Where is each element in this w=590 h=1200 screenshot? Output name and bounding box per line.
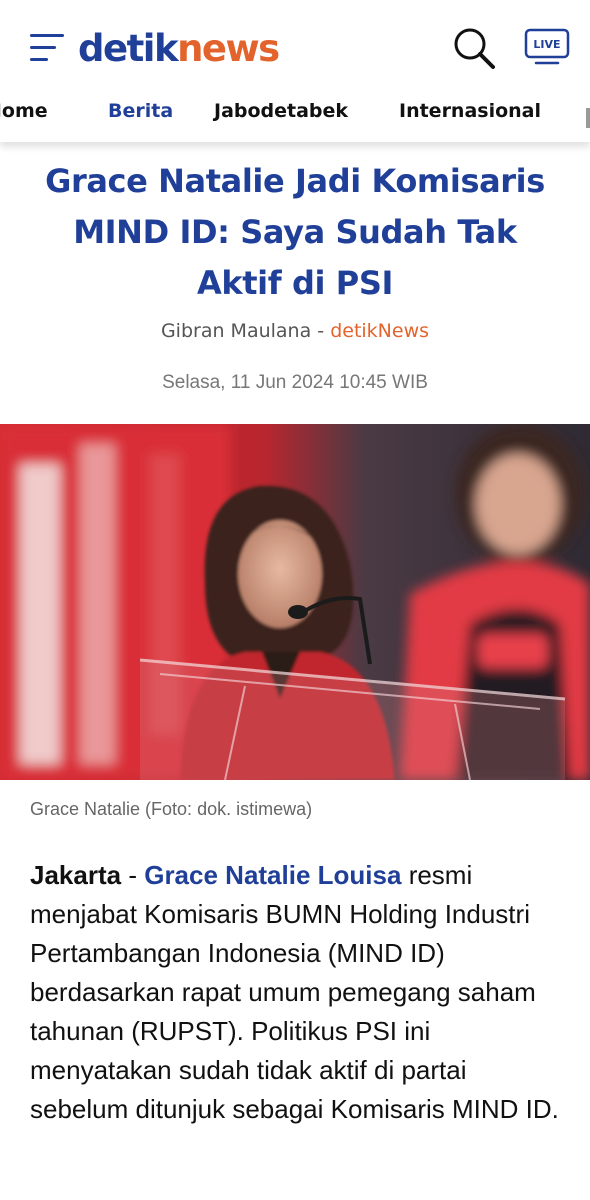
dateline-separator: - (128, 860, 137, 890)
logo-detik-text: detik (78, 27, 179, 70)
search-icon[interactable] (452, 26, 498, 72)
top-bar: detiknews LIVE (0, 0, 590, 92)
nav-item-berita[interactable]: Berita (108, 100, 173, 122)
person-link[interactable]: Grace Natalie Louisa (144, 860, 401, 890)
publish-date: Selasa, 11 Jun 2024 10:45 WIB (162, 372, 428, 393)
nav-item-jabodetabek[interactable]: Jabodetabek (214, 100, 348, 122)
dateline: Jakarta (30, 860, 122, 890)
byline: Gibran Maulana - detikNews (0, 320, 590, 342)
source-name[interactable]: detikNews (330, 320, 429, 342)
nav-item-internasional[interactable]: Internasional (399, 100, 541, 122)
nav-item-home[interactable]: Home (0, 100, 48, 122)
author-name[interactable]: Gibran Maulana (161, 320, 311, 342)
nav-overflow-hint (586, 108, 590, 128)
photo-illustration (0, 424, 590, 780)
live-tv-icon[interactable]: LIVE (524, 28, 570, 66)
photo-caption: Grace Natalie (Foto: dok. istimewa) (30, 799, 313, 819)
byline-separator: - (317, 320, 325, 342)
body-text: resmi menjabat Komisaris BUMN Holding In… (30, 860, 559, 1124)
live-label: LIVE (533, 38, 560, 51)
article-title: Grace Natalie Jadi Komisaris MIND ID: Sa… (45, 162, 545, 302)
menu-icon[interactable] (30, 34, 64, 62)
logo-news-text: news (177, 27, 280, 70)
article-body-paragraph: Jakarta - Grace Natalie Louisa resmi men… (30, 856, 570, 1129)
detiknews-logo[interactable]: detiknews (78, 24, 280, 74)
article-photo[interactable] (0, 424, 590, 780)
category-nav: Home Berita Jabodetabek Internasional (0, 92, 590, 142)
